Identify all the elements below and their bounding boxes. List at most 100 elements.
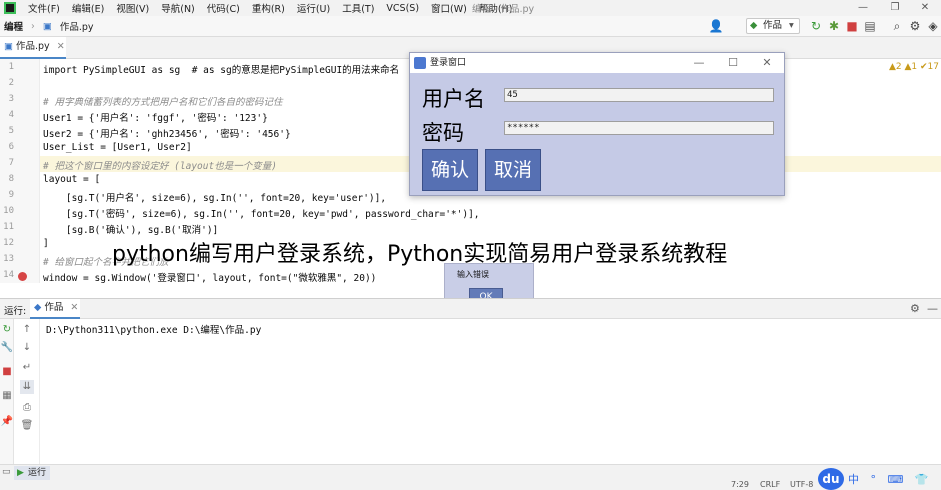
soft-wrap-icon[interactable]: ↵ [20,361,34,375]
python-config-icon: ◆ [34,302,45,313]
stop-icon[interactable]: ■ [844,18,860,34]
python-file-icon: ▣ [4,41,16,52]
scroll-to-end-icon[interactable]: ⇊ [20,380,34,394]
code-line: User2 = {'用户名': 'ghh23456', '密码': '456'} [43,129,291,140]
cancel-button[interactable]: 取消 [485,149,541,191]
run-tab[interactable]: ◆ 作品 ✕ [30,299,80,319]
coverage-icon[interactable]: ▤ [862,18,878,34]
line-number: 13 [3,254,14,264]
menu-code[interactable]: 代码(C) [201,1,246,15]
maximize-icon[interactable]: ☐ [716,53,750,73]
breadcrumb-project[interactable]: 编程 [0,19,27,33]
stop-icon[interactable]: ■ [0,365,14,379]
rerun-icon[interactable]: ↻ [808,18,824,34]
arrow-down-icon[interactable]: ↓ [20,341,34,355]
menu-refactor[interactable]: 重构(R) [246,1,291,15]
username-field[interactable]: 45 [504,88,774,102]
pycharm-logo-icon [4,2,16,14]
code-line: window = sg.Window('登录窗口', layout, font=… [43,273,377,283]
gear-icon[interactable]: ⚙ [910,302,920,315]
app-icon [414,57,426,69]
menu-bar: 文件(F) 编辑(E) 视图(V) 导航(N) 代码(C) 重构(R) 运行(U… [0,0,941,16]
ime-toolbar: 中 ° ⌨ 👕 ⊞ [848,473,941,486]
python-config-icon: ◆ [750,20,758,31]
line-number: 2 [8,78,14,88]
run-configuration-select[interactable]: ◆ 作品 ▾ [746,18,800,34]
menu-view[interactable]: 视图(V) [110,1,155,15]
print-icon[interactable]: ⎙ [20,401,34,415]
code-line: User1 = {'用户名': 'fggf', '密码': '123'} [43,113,268,124]
confirm-button[interactable]: 确认 [422,149,478,191]
rerun-icon[interactable]: ↻ [0,323,14,337]
line-number: 3 [8,94,14,104]
line-number: 9 [8,190,14,200]
line-number: 10 [3,206,14,216]
minimize-icon[interactable]: — [848,0,878,16]
run-tool-button[interactable]: ▶ 运行 [14,466,50,480]
jetbrains-logo-icon[interactable]: ◈ [925,18,941,34]
trash-icon[interactable]: 🗑 [20,419,34,433]
run-tool-label: 运行 [28,468,47,478]
article-caption: python编写用户登录系统，Python实现简易用户登录系统教程 [112,242,728,267]
run-toolbar-secondary: ↑ ↓ ↵ ⇊ ⎙ 🗑 [14,319,40,464]
code-line: [sg.B('确认'), sg.B('取消')] [43,225,219,236]
run-panel-label: 运行: [4,306,27,317]
menu-tools[interactable]: 工具(T) [336,1,380,15]
menu-navigate[interactable]: 导航(N) [155,1,201,15]
line-number: 4 [8,110,14,120]
breadcrumb-file[interactable]: 作品.py [56,19,98,33]
console-output: D:\Python311\python.exe D:\编程\作品.py [46,325,262,336]
status-bar: 7:29 CRLF UTF-8 [0,480,941,490]
inspection-summary[interactable]: ▲2 ▲1 ✔17 [889,62,939,72]
wrench-icon[interactable]: 🔧 [0,341,14,355]
close-tab-icon[interactable]: ✕ [70,302,78,313]
breadcrumb-separator: › [31,20,35,32]
code-line: ] [43,238,49,249]
line-separator[interactable]: CRLF [760,480,780,490]
code-line: [sg.T('密码', size=6), sg.In('', font=20, … [43,209,480,220]
search-icon[interactable]: ⌕ [889,18,905,34]
close-icon[interactable]: ✕ [750,53,784,73]
code-line: layout = [ [43,174,101,185]
popup-message: 输入错误 [457,270,489,279]
gear-icon[interactable]: ⚙ [907,18,923,34]
close-icon[interactable]: ✕ [910,0,940,16]
arrow-up-icon[interactable]: ↑ [20,323,34,337]
menu-window[interactable]: 窗口(W) [425,1,473,15]
dialog-titlebar: 登录窗口 — ☐ ✕ [410,53,784,73]
minimize-icon[interactable]: — [682,53,716,73]
password-field[interactable]: ****** [504,121,774,135]
cursor-position[interactable]: 7:29 [731,480,749,490]
tab-file[interactable]: ▣ 作品.py ✕ [0,37,66,59]
restore-icon[interactable]: ❐ [880,0,910,16]
menu-run[interactable]: 运行(U) [291,1,336,15]
tool-windows-icon[interactable]: ▭ [2,467,11,477]
layout-icon[interactable]: ▦ [0,389,14,403]
menu-edit[interactable]: 编辑(E) [66,1,110,15]
user-icon[interactable]: 👤 [708,18,724,34]
username-label: 用户名 [422,87,485,111]
run-panel-header: 运行: ◆ 作品 ✕ ⚙ — [0,298,941,319]
run-tab-label: 作品 [44,302,64,313]
hide-panel-icon[interactable]: — [927,302,938,315]
menu-file[interactable]: 文件(F) [22,1,66,15]
line-number: 14 [3,270,14,280]
baidu-logo-icon: du [818,468,844,490]
breakpoint-icon[interactable] [18,272,27,281]
file-encoding[interactable]: UTF-8 [790,480,813,490]
line-number: 1 [8,62,14,72]
python-file-icon: ▣ [42,20,52,32]
code-comment: # 把这个窗口里的内容设定好 (layout也是一个变量) [43,161,277,172]
window-title: 编程 - 作品.py [472,4,535,15]
code-line: import PySimpleGUI as sg # as sg的意思是把PyS… [43,65,400,76]
run-console[interactable]: D:\Python311\python.exe D:\编程\作品.py [40,319,941,464]
play-icon: ▶ [17,468,24,478]
debug-icon[interactable]: ✱ [826,18,842,34]
run-toolbar-primary: ↻ 🔧 ■ ▦ 📌 [0,319,14,464]
code-line: User_List = [User1, User2] [43,142,192,153]
close-tab-icon[interactable]: ✕ [57,41,65,52]
pin-icon[interactable]: 📌 [0,415,14,429]
menu-vcs[interactable]: VCS(S) [380,3,425,14]
code-line: [sg.T('用户名', size=6), sg.In('', font=20,… [43,193,387,204]
line-number: 11 [3,222,14,232]
